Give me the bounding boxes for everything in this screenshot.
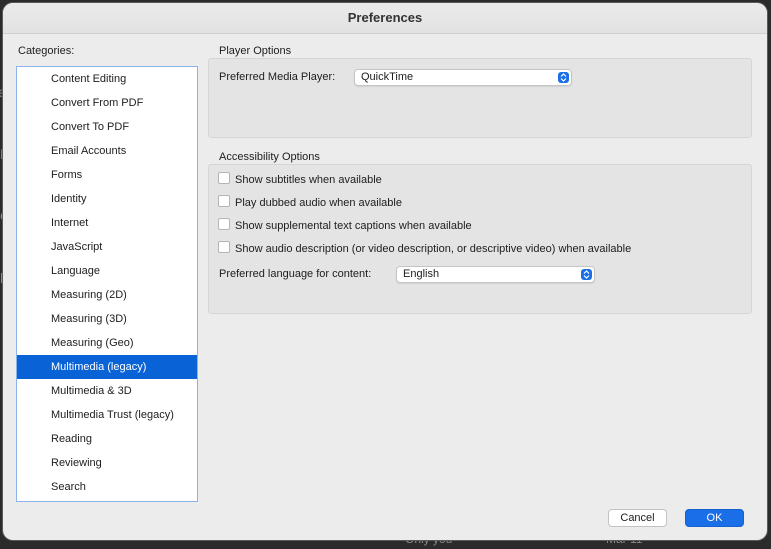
preferred-media-player-select[interactable]: QuickTime: [354, 69, 572, 86]
audio-description-checkbox-row[interactable]: Show audio description (or video descrip…: [218, 241, 631, 257]
category-item[interactable]: Language: [17, 259, 197, 283]
categories-label: Categories:: [18, 45, 75, 57]
category-item[interactable]: Forms: [17, 163, 197, 187]
dubbed-audio-checkbox[interactable]: [218, 195, 230, 207]
dialog-title: Preferences: [3, 3, 767, 34]
category-item[interactable]: Measuring (3D): [17, 307, 197, 331]
subtitles-checkbox[interactable]: [218, 172, 230, 184]
supplemental-captions-label: Show supplemental text captions when ava…: [235, 220, 472, 232]
category-item[interactable]: JavaScript: [17, 235, 197, 259]
chevron-updown-icon: [581, 269, 592, 280]
preferred-language-value: English: [403, 268, 440, 280]
category-item[interactable]: Convert To PDF: [17, 115, 197, 139]
accessibility-options-heading: Accessibility Options: [219, 151, 320, 163]
category-item[interactable]: Reading: [17, 427, 197, 451]
cancel-button[interactable]: Cancel: [608, 509, 667, 527]
preferred-media-player-label: Preferred Media Player:: [219, 71, 336, 83]
categories-list[interactable]: Content Editing Convert From PDF Convert T…: [16, 66, 198, 502]
subtitles-checkbox-row[interactable]: Show subtitles when available: [218, 172, 382, 188]
preferred-media-player-value: QuickTime: [361, 71, 414, 83]
category-item[interactable]: Convert From PDF: [17, 91, 197, 115]
audio-description-checkbox[interactable]: [218, 241, 230, 253]
category-item[interactable]: Multimedia (legacy): [17, 355, 197, 379]
dubbed-audio-checkbox-row[interactable]: Play dubbed audio when available: [218, 195, 402, 211]
category-item[interactable]: Multimedia Trust (legacy): [17, 403, 197, 427]
chevron-updown-icon: [558, 72, 569, 83]
category-item[interactable]: Reviewing: [17, 451, 197, 475]
category-item[interactable]: Email Accounts: [17, 139, 197, 163]
preferred-language-select[interactable]: English: [396, 266, 595, 283]
ok-button[interactable]: OK: [685, 509, 744, 527]
preferences-dialog: Preferences Categories: Content Editing C…: [3, 3, 767, 540]
audio-description-label: Show audio description (or video descrip…: [235, 243, 632, 255]
supplemental-captions-checkbox-row[interactable]: Show supplemental text captions when ava…: [218, 218, 472, 234]
subtitles-label: Show subtitles when available: [235, 174, 382, 186]
category-item[interactable]: Measuring (Geo): [17, 331, 197, 355]
category-item[interactable]: Measuring (2D): [17, 283, 197, 307]
preferred-language-label: Preferred language for content:: [219, 268, 372, 280]
category-item[interactable]: Multimedia & 3D: [17, 379, 197, 403]
supplemental-captions-checkbox[interactable]: [218, 218, 230, 230]
category-item[interactable]: Content Editing: [17, 67, 197, 91]
category-item[interactable]: Internet: [17, 211, 197, 235]
category-item[interactable]: Identity: [17, 187, 197, 211]
category-item[interactable]: Search: [17, 475, 197, 499]
player-options-heading: Player Options: [219, 45, 292, 57]
dubbed-audio-label: Play dubbed audio when available: [235, 197, 402, 209]
